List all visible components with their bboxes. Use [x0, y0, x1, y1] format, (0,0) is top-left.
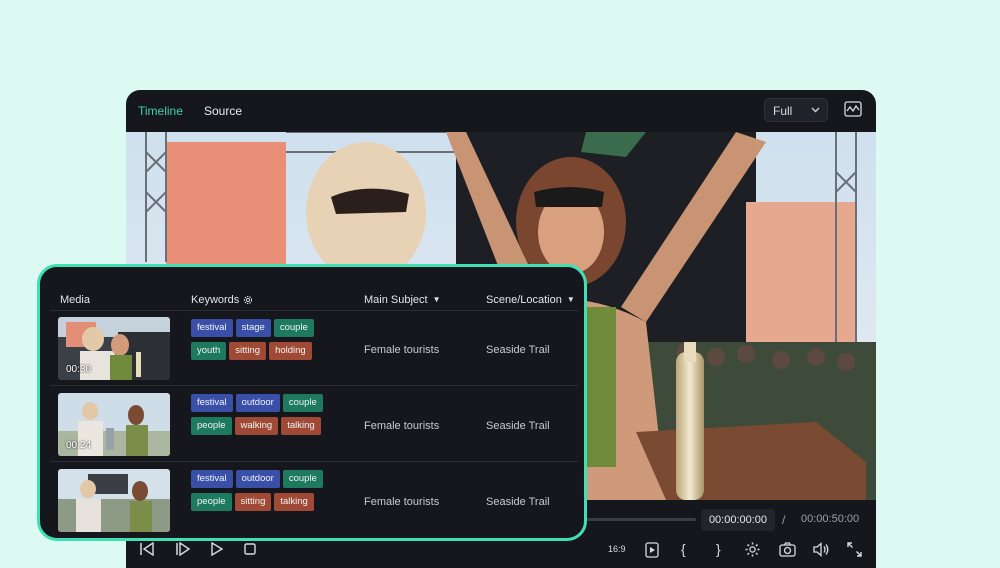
- view-size-value: Full: [773, 104, 793, 118]
- keyword-tags: festival stage couple youth sitting holding: [191, 319, 351, 365]
- time-separator: /: [782, 513, 786, 527]
- media-duration: 00:24: [66, 440, 92, 451]
- keyword-tag[interactable]: couple: [273, 319, 314, 337]
- tab-timeline[interactable]: Timeline: [138, 104, 183, 118]
- keyword-tag[interactable]: festival: [191, 394, 233, 412]
- keyword-tag[interactable]: outdoor: [235, 470, 280, 488]
- keyword-tag[interactable]: sitting: [229, 342, 267, 360]
- keyword-tag[interactable]: people: [191, 493, 232, 511]
- main-subject-cell: Female tourists: [364, 496, 440, 508]
- aspect-ratio-icon[interactable]: 16:9: [608, 541, 626, 557]
- clip-play-icon[interactable]: [645, 542, 659, 558]
- player-topbar: Timeline Source Full: [126, 90, 876, 132]
- scene-location-cell: Seaside Trail: [486, 496, 550, 508]
- keyword-tag[interactable]: talking: [281, 417, 321, 435]
- camera-snapshot-icon[interactable]: [779, 542, 796, 557]
- fullscreen-icon[interactable]: [847, 542, 862, 557]
- main-subject-cell: Female tourists: [364, 344, 440, 356]
- current-time: 00:00:00:00: [701, 509, 775, 531]
- row-divider: [50, 461, 578, 462]
- keyword-tags: festival outdoor couple people walking talkin…: [191, 394, 351, 440]
- keyword-tag[interactable]: youth: [191, 342, 227, 360]
- column-header-media: Media: [60, 294, 90, 306]
- keyword-tag[interactable]: couple: [282, 470, 323, 488]
- tab-source[interactable]: Source: [204, 104, 242, 118]
- keywords-settings-icon[interactable]: [243, 295, 253, 308]
- keyword-tag[interactable]: outdoor: [235, 394, 280, 412]
- chevron-down-icon: [811, 107, 820, 113]
- timeline-scrubber[interactable]: [586, 518, 696, 521]
- scene-location-cell: Seaside Trail: [486, 344, 550, 356]
- total-time: 00:00:50:00: [801, 513, 860, 525]
- scene-location-cell: Seaside Trail: [486, 420, 550, 432]
- column-header-main-subject[interactable]: Main Subject ▼: [364, 294, 441, 306]
- keyword-tag[interactable]: people: [191, 417, 232, 435]
- sort-caret-icon: ▼: [432, 295, 441, 304]
- previous-frame-icon[interactable]: [139, 542, 155, 556]
- keyword-tag[interactable]: walking: [234, 417, 279, 435]
- row-divider: [50, 385, 578, 386]
- keyword-tag[interactable]: holding: [269, 342, 312, 360]
- media-thumbnail[interactable]: 00:30: [58, 317, 170, 380]
- keyword-tags: festival outdoor couple people sitting talkin…: [191, 470, 351, 516]
- column-header-scene-location[interactable]: Scene/Location ▼: [486, 294, 575, 306]
- stop-icon[interactable]: [244, 543, 256, 555]
- keyword-tag[interactable]: festival: [191, 319, 233, 337]
- keyword-tag[interactable]: talking: [274, 493, 314, 511]
- header-divider: [50, 310, 578, 311]
- media-duration: 00:30: [66, 364, 92, 375]
- keyword-tag[interactable]: stage: [235, 319, 271, 337]
- mark-out-icon[interactable]: }: [716, 541, 721, 557]
- next-frame-icon[interactable]: [175, 542, 191, 556]
- media-thumbnail[interactable]: [58, 469, 170, 532]
- media-keywords-panel: Media Keywords Main Subject ▼ Scene/Locat…: [37, 264, 587, 541]
- media-thumbnail[interactable]: 00:24: [58, 393, 170, 456]
- view-size-dropdown[interactable]: Full: [764, 98, 828, 122]
- mark-in-icon[interactable]: {: [681, 541, 686, 557]
- settings-gear-icon[interactable]: [744, 541, 761, 558]
- play-icon[interactable]: [210, 542, 224, 556]
- main-subject-cell: Female tourists: [364, 420, 440, 432]
- volume-icon[interactable]: [813, 542, 830, 557]
- sort-caret-icon: ▼: [566, 295, 575, 304]
- keyword-tag[interactable]: sitting: [234, 493, 272, 511]
- keyword-tag[interactable]: festival: [191, 470, 233, 488]
- waveform-icon[interactable]: [844, 101, 862, 122]
- column-header-keywords: Keywords: [191, 294, 253, 308]
- keyword-tag[interactable]: couple: [282, 394, 323, 412]
